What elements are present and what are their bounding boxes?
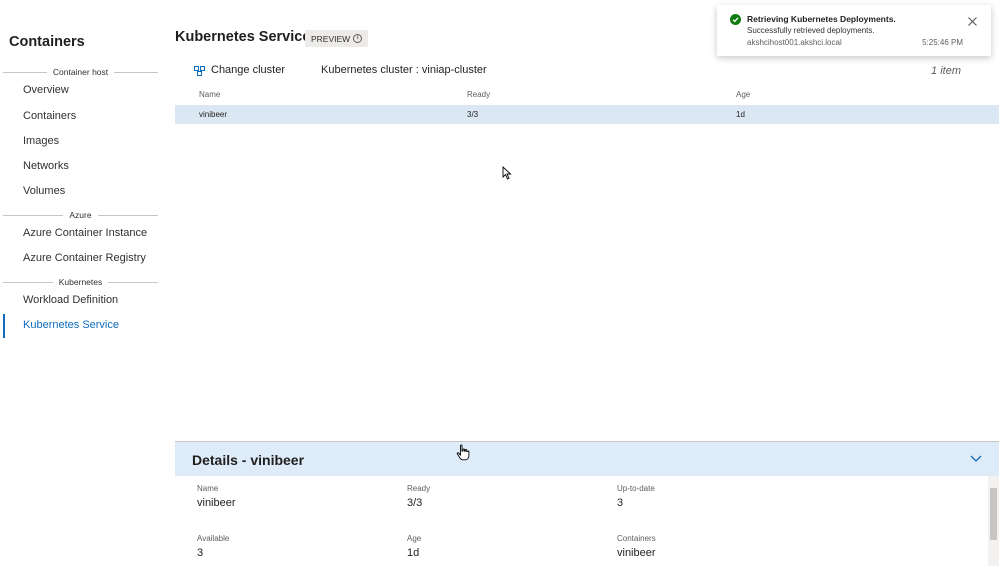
details-scrollbar[interactable]: [988, 476, 999, 566]
detail-value: 3: [197, 547, 204, 559]
detail-field-name: Name vinibeer: [197, 484, 236, 509]
sidebar-item-label: Overview: [23, 84, 69, 96]
sidebar-item-label: Images: [23, 135, 60, 147]
change-cluster-button[interactable]: Change cluster: [194, 64, 285, 76]
info-icon: i: [353, 34, 363, 43]
cell-ready: 3/3: [467, 110, 479, 119]
scrollbar-thumb[interactable]: [990, 488, 997, 540]
table-header: Name Ready Age: [175, 87, 999, 103]
detail-label: Containers: [617, 534, 656, 543]
page-title: Kubernetes Service: [175, 29, 311, 45]
detail-value: vinibeer: [197, 497, 236, 509]
divider: [3, 71, 47, 73]
sidebar-item-overview[interactable]: Overview: [0, 79, 160, 101]
divider: [114, 71, 159, 73]
divider: [97, 214, 158, 216]
details-title: Details - vinibeer: [192, 452, 305, 468]
cell-name: vinibeer: [199, 110, 228, 119]
deployments-table: Name Ready Age vinibeer 3/3 1d: [175, 87, 999, 124]
group-label: Kubernetes: [58, 277, 103, 287]
sidebar-item-workload-definition[interactable]: Workload Definition: [0, 289, 160, 311]
detail-field-age: Age 1d: [407, 534, 421, 559]
sidebar-item-networks[interactable]: Networks: [0, 155, 160, 177]
sidebar-item-label: Networks: [23, 160, 69, 172]
sidebar-item-volumes[interactable]: Volumes: [0, 180, 160, 202]
sidebar: Containers Container host Overview Conta…: [0, 0, 160, 566]
divider: [108, 281, 159, 283]
sidebar-title: Containers: [9, 34, 85, 50]
detail-value: 3/3: [407, 497, 423, 509]
sidebar-item-label: Azure Container Registry: [23, 252, 146, 264]
sidebar-item-label: Azure Container Instance: [23, 227, 148, 239]
detail-value: vinibeer: [617, 547, 656, 559]
preview-badge[interactable]: PREVIEW i: [305, 30, 369, 47]
detail-value: 1d: [407, 547, 420, 559]
toolbar: Change cluster Kubernetes cluster : vini…: [175, 60, 999, 84]
sidebar-item-label: Volumes: [23, 185, 66, 197]
details-header[interactable]: Details - vinibeer: [175, 441, 999, 476]
column-header-age[interactable]: Age: [736, 90, 750, 99]
group-header-kubernetes: Kubernetes: [3, 275, 159, 289]
group-header-container-host: Container host: [3, 65, 159, 79]
sidebar-item-azure-container-instance[interactable]: Azure Container Instance: [0, 222, 160, 244]
hand-cursor-icon: [456, 444, 470, 466]
close-icon[interactable]: [967, 14, 978, 26]
group-header-azure: Azure: [3, 208, 158, 222]
details-body: Name vinibeer Ready 3/3 Up-to-date 3 Ava…: [175, 476, 989, 566]
cell-age: 1d: [736, 110, 745, 119]
sidebar-item-label: Workload Definition: [23, 294, 119, 306]
detail-field-up-to-date: Up-to-date 3: [617, 484, 655, 509]
preview-badge-label: PREVIEW: [311, 33, 351, 44]
detail-label: Ready: [407, 484, 431, 493]
detail-field-available: Available 3: [197, 534, 229, 559]
detail-field-containers: Containers vinibeer: [617, 534, 656, 559]
detail-field-ready: Ready 3/3: [407, 484, 430, 509]
toast-title: Retrieving Kubernetes Deployments.: [747, 14, 896, 24]
change-cluster-label: Change cluster: [211, 64, 285, 76]
column-header-name[interactable]: Name: [199, 90, 220, 99]
column-header-ready[interactable]: Ready: [467, 90, 490, 99]
toast-message: Successfully retrieved deployments.: [747, 26, 875, 35]
table-row[interactable]: vinibeer 3/3 1d: [175, 105, 999, 124]
sidebar-item-label: Containers: [23, 110, 77, 122]
detail-label: Up-to-date: [617, 484, 655, 493]
chevron-down-icon[interactable]: [969, 451, 983, 465]
detail-label: Name: [197, 484, 219, 493]
sidebar-item-azure-container-registry[interactable]: Azure Container Registry: [0, 247, 160, 269]
detail-value: 3: [617, 497, 624, 509]
cluster-label: Kubernetes cluster : viniap-cluster: [321, 64, 487, 76]
group-label: Azure: [69, 210, 92, 220]
sidebar-item-label: Kubernetes Service: [23, 319, 119, 331]
sidebar-item-images[interactable]: Images: [0, 130, 160, 152]
sidebar-item-kubernetes-service[interactable]: Kubernetes Service: [0, 314, 160, 338]
item-count: 1 item: [931, 65, 961, 77]
detail-label: Age: [407, 534, 422, 543]
toast-time: 5:25:46 PM: [922, 38, 963, 47]
success-check-icon: [730, 14, 741, 25]
notification-toast: Retrieving Kubernetes Deployments. Succe…: [717, 5, 991, 56]
toast-host: akshcihost001.akshci.local: [747, 38, 842, 47]
change-cluster-icon: [194, 65, 206, 76]
arrow-cursor-icon: [502, 165, 512, 185]
detail-label: Available: [197, 534, 230, 543]
divider: [3, 214, 64, 216]
group-label: Container host: [52, 67, 109, 77]
divider: [3, 281, 53, 283]
sidebar-item-containers[interactable]: Containers: [0, 105, 160, 127]
